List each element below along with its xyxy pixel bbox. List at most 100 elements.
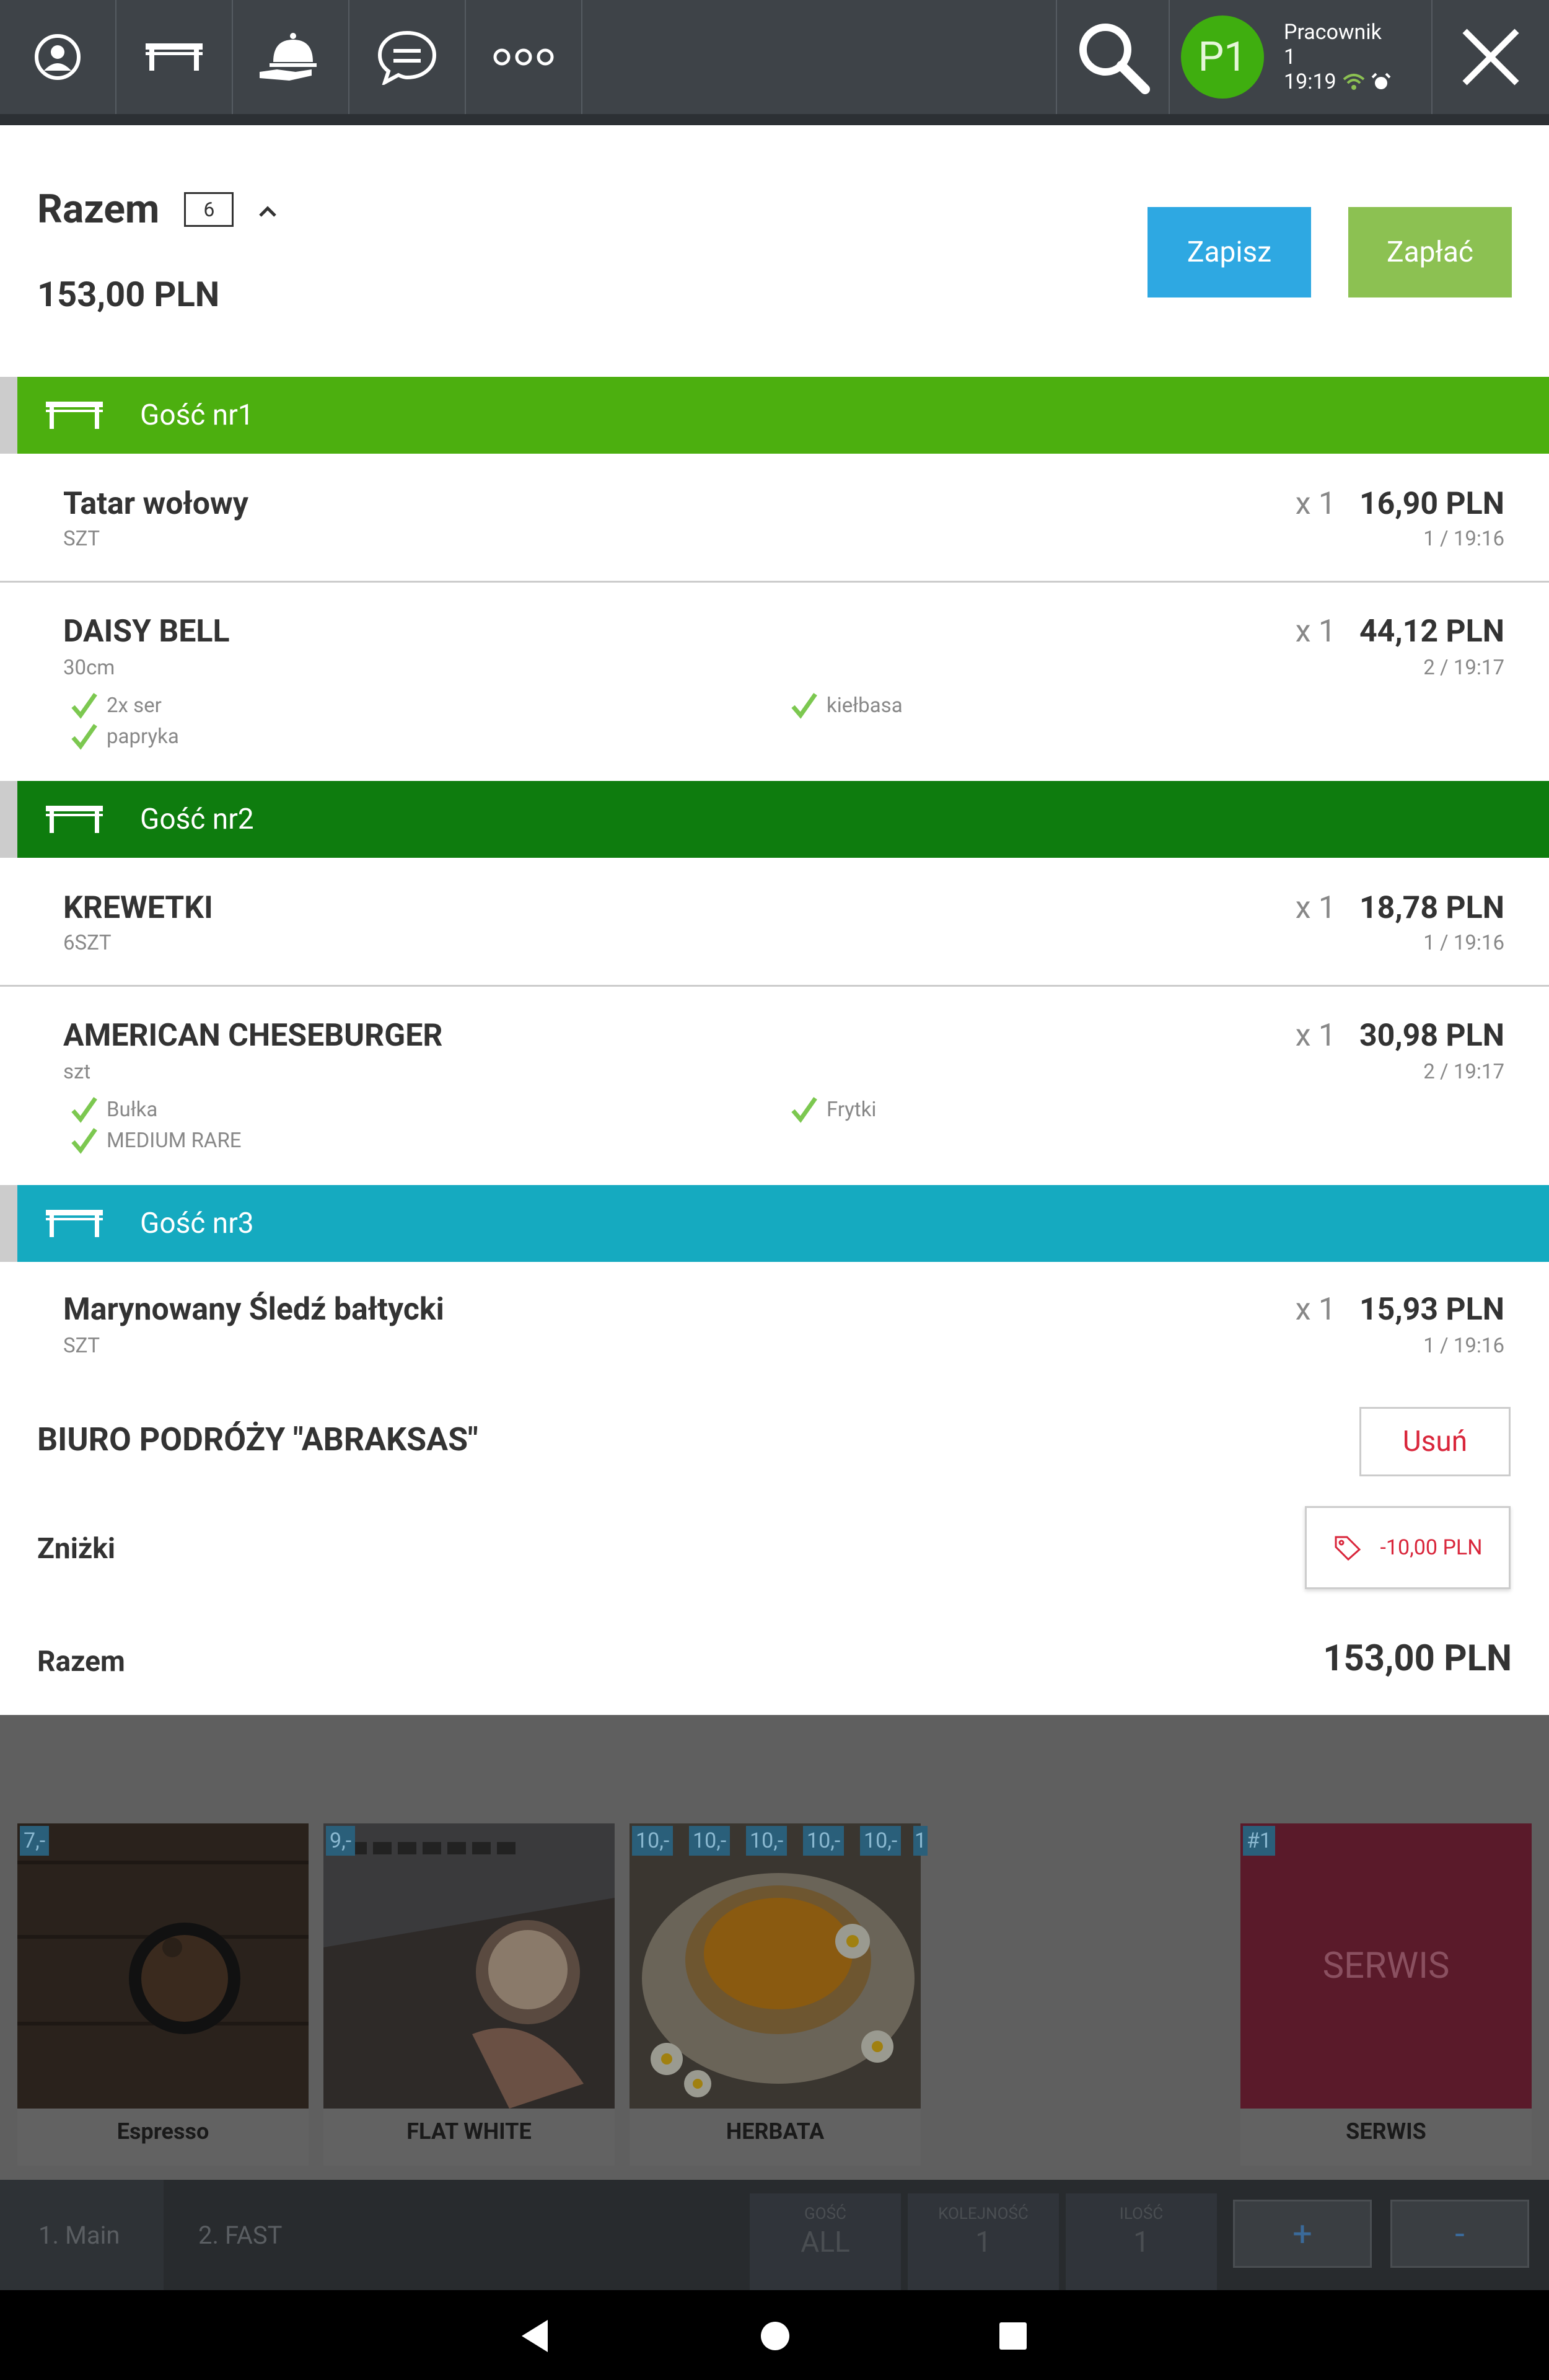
user-panel[interactable]: P1 Pracownik 1 19:19 (1170, 0, 1433, 114)
item-unit: 30cm (63, 656, 115, 680)
item-price: 18,78 PLN (1359, 890, 1504, 926)
quantity-selector[interactable]: ILOŚĆ 1 (1066, 2193, 1217, 2290)
product-tile-herbata[interactable]: 10,- 10,- 10,- 10,- 10,- 1 HERBATA (630, 1823, 928, 2166)
guest-label: Gość nr3 (140, 1207, 254, 1240)
more-dots-icon (493, 48, 554, 66)
check-icon (791, 1096, 817, 1123)
order-item[interactable]: DAISY BELL 30cm x 1 44,12 PLN 2 / 19:17 … (0, 583, 1549, 781)
clock-time: 19:19 (1284, 69, 1336, 94)
item-name: Tatar wołowy (63, 486, 248, 522)
remove-customer-button[interactable]: Usuń (1359, 1407, 1511, 1476)
pay-button[interactable]: Zapłać (1348, 207, 1512, 298)
search-button[interactable] (1056, 0, 1170, 114)
item-unit: SZT (63, 527, 100, 551)
increment-button[interactable]: + (1233, 2200, 1372, 2268)
order-selector[interactable]: KOLEJNOŚĆ 1 (908, 2193, 1059, 2290)
service-button[interactable] (233, 0, 349, 114)
order-item[interactable]: KREWETKI 6SZT x 1 18,78 PLN 1 / 19:16 (0, 858, 1549, 987)
product-name: HERBATA (726, 2118, 825, 2144)
wifi-icon (1343, 74, 1364, 90)
item-unit: 6SZT (63, 931, 112, 955)
back-icon[interactable] (519, 2319, 550, 2353)
item-unit: SZT (63, 1334, 100, 1358)
order-selector-value: 1 (975, 2226, 991, 2259)
guest-header-2[interactable]: Gość nr2 (0, 781, 1549, 858)
close-icon (1462, 29, 1519, 86)
espresso-image (17, 1823, 309, 2109)
decrement-button[interactable]: - (1390, 2200, 1529, 2268)
serwis-tile-image: SERWIS (1240, 1823, 1532, 2109)
order-item[interactable]: AMERICAN CHESEBURGER szt x 1 30,98 PLN 2… (0, 987, 1549, 1185)
price-badge: 10,- (632, 1826, 674, 1856)
item-qty: x 1 (1295, 890, 1336, 926)
item-qty: x 1 (1295, 1292, 1336, 1328)
guest-header-3[interactable]: Gość nr3 (0, 1185, 1549, 1262)
herbata-image (630, 1823, 921, 2109)
item-name: AMERICAN CHESEBURGER (63, 1018, 443, 1054)
discount-value: -10,00 PLN (1380, 1535, 1483, 1560)
item-price: 15,93 PLN (1359, 1292, 1504, 1328)
save-button[interactable]: Zapisz (1147, 207, 1311, 298)
discounts-label: Zniżki (37, 1532, 116, 1566)
order-total: 153,00 PLN (37, 274, 220, 315)
item-time: 1 / 19:16 (1423, 527, 1504, 551)
summary-header[interactable]: Razem 6 (37, 186, 277, 232)
product-name: Espresso (116, 2118, 209, 2144)
item-time: 2 / 19:17 (1423, 656, 1504, 680)
bottom-controls: 1. Main 2. FAST GOŚĆ ALL KOLEJNOŚĆ 1 ILO… (0, 2180, 1549, 2290)
category-main[interactable]: 1. Main (0, 2180, 164, 2290)
alarm-icon (1371, 73, 1391, 89)
modifier: kiełbasa (791, 692, 903, 719)
price-badge: 10,- (803, 1826, 845, 1856)
item-unit: szt (63, 1060, 91, 1084)
item-number-badge: #1 (1243, 1826, 1276, 1856)
product-name: FLAT WHITE (406, 2118, 532, 2144)
item-qty: x 1 (1295, 486, 1336, 522)
profile-button[interactable] (0, 0, 116, 114)
chat-icon (377, 30, 437, 85)
item-price: 30,98 PLN (1359, 1018, 1504, 1054)
table-icon (46, 806, 103, 833)
item-qty: x 1 (1295, 614, 1336, 650)
product-tile-espresso[interactable]: 7,- Espresso (17, 1823, 309, 2166)
tables-button[interactable] (116, 0, 233, 114)
recents-icon[interactable] (998, 2319, 1029, 2353)
home-icon[interactable] (760, 2319, 791, 2353)
category-fast[interactable]: 2. FAST (164, 2180, 312, 2290)
item-time: 1 / 19:16 (1423, 931, 1504, 955)
item-count-badge: 6 (184, 192, 234, 227)
search-icon (1079, 24, 1150, 94)
order-item[interactable]: Marynowany Śledź bałtycki SZT x 1 15,93 … (0, 1262, 1549, 1380)
avatar: P1 (1181, 15, 1264, 99)
product-tile-serwis[interactable]: SERWIS #1 SERWIS (1240, 1823, 1532, 2166)
price-badge: 10,- (746, 1826, 788, 1856)
price-badge: 7,- (20, 1826, 50, 1856)
chevron-up-icon[interactable] (258, 195, 277, 224)
price-badge: 1 (913, 1826, 928, 1856)
check-icon (71, 723, 97, 750)
messages-button[interactable] (349, 0, 466, 114)
close-button[interactable] (1433, 0, 1549, 114)
customer-name: BIURO PODRÓŻY "ABRAKSAS" (37, 1421, 478, 1458)
product-tile-flat-white[interactable]: 9,- FLAT WHITE (323, 1823, 615, 2166)
order-panel: Razem 6 153,00 PLN Zapisz Zapłać Gość nr… (0, 125, 1549, 1715)
more-button[interactable] (466, 0, 582, 114)
price-badge: 10,- (689, 1826, 731, 1856)
discount-button[interactable]: -10,00 PLN (1305, 1506, 1511, 1589)
summary-title: Razem (37, 186, 160, 232)
guest-label: Gość nr2 (140, 803, 254, 836)
flat-white-image (323, 1823, 615, 2109)
item-price: 16,90 PLN (1359, 486, 1504, 522)
quantity-selector-value: 1 (1133, 2226, 1149, 2259)
order-item[interactable]: Tatar wołowy SZT x 1 16,90 PLN 1 / 19:16 (0, 454, 1549, 583)
worker-label: Pracownik (1284, 20, 1382, 45)
guest-selector[interactable]: GOŚĆ ALL (750, 2193, 901, 2290)
guest-header-1[interactable]: Gość nr1 (0, 377, 1549, 454)
table-icon (146, 43, 203, 71)
footer-total-label: Razem (37, 1645, 125, 1678)
worker-number: 1 (1284, 45, 1296, 69)
table-icon (46, 1210, 103, 1237)
check-icon (71, 1127, 97, 1154)
system-nav-bar (0, 2290, 1549, 2380)
toolbar-shadow (0, 114, 1549, 125)
